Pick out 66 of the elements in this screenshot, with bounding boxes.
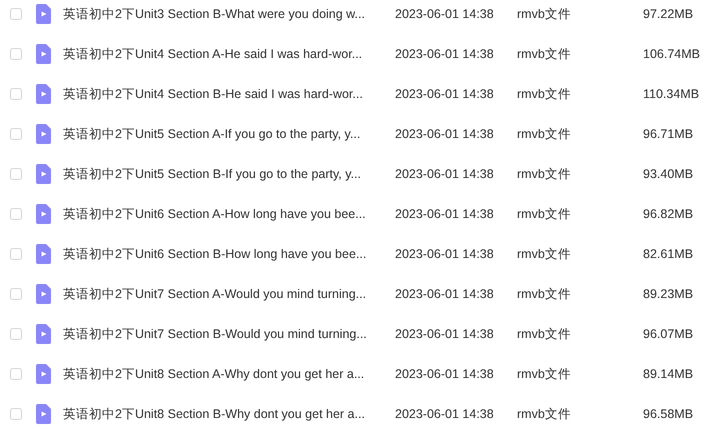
file-name[interactable]: 英语初中2下Unit4 Section A-He said I was hard-wor... [63, 46, 381, 62]
video-file-icon [36, 324, 51, 344]
checkbox[interactable] [10, 128, 22, 140]
modified-date: 2023-06-01 14:38 [395, 247, 495, 261]
file-size: 96.58MB [643, 407, 694, 421]
checkbox[interactable] [10, 328, 22, 340]
file-size: 89.23MB [643, 287, 694, 301]
file-size: 93.40MB [643, 167, 694, 181]
file-size: 97.22MB [643, 7, 694, 21]
video-file-icon [36, 84, 51, 104]
file-size: 89.14MB [643, 367, 694, 381]
video-file-icon [36, 124, 51, 144]
file-type: rmvb文件 [517, 366, 572, 382]
file-type: rmvb文件 [517, 326, 572, 342]
file-type: rmvb文件 [517, 86, 572, 102]
video-file-icon [36, 4, 51, 24]
file-name[interactable]: 英语初中2下Unit8 Section B-Why dont you get her a... [63, 406, 381, 422]
checkbox[interactable] [10, 408, 22, 420]
checkbox[interactable] [10, 208, 22, 220]
video-file-icon [36, 204, 51, 224]
file-type: rmvb文件 [517, 206, 572, 222]
checkbox[interactable] [10, 368, 22, 380]
checkbox[interactable] [10, 168, 22, 180]
file-name[interactable]: 英语初中2下Unit6 Section B-How long have you bee... [63, 246, 381, 262]
video-file-icon [36, 404, 51, 424]
modified-date: 2023-06-01 14:38 [395, 367, 495, 381]
checkbox[interactable] [10, 8, 22, 20]
video-file-icon [36, 364, 51, 384]
file-type: rmvb文件 [517, 286, 572, 302]
modified-date: 2023-06-01 14:38 [395, 7, 495, 21]
checkbox[interactable] [10, 88, 22, 100]
file-name[interactable]: 英语初中2下Unit3 Section B-What were you doing w... [63, 6, 381, 22]
file-size: 96.82MB [643, 207, 694, 221]
video-file-icon [36, 44, 51, 64]
modified-date: 2023-06-01 14:38 [395, 87, 495, 101]
file-type: rmvb文件 [517, 406, 572, 422]
checkbox[interactable] [10, 48, 22, 60]
file-type: rmvb文件 [517, 6, 572, 22]
file-size: 106.74MB [643, 47, 700, 61]
file-type: rmvb文件 [517, 166, 572, 182]
file-name[interactable]: 英语初中2下Unit5 Section B-If you go to the party, y... [63, 166, 381, 182]
file-name[interactable]: 英语初中2下Unit7 Section B-Would you mind turning... [63, 326, 381, 342]
video-file-icon [36, 164, 51, 184]
file-size: 96.71MB [643, 127, 694, 141]
modified-date: 2023-06-01 14:38 [395, 407, 495, 421]
file-type: rmvb文件 [517, 246, 572, 262]
checkbox[interactable] [10, 248, 22, 260]
modified-date: 2023-06-01 14:38 [395, 327, 495, 341]
file-size: 82.61MB [643, 247, 694, 261]
file-type: rmvb文件 [517, 46, 572, 62]
file-name[interactable]: 英语初中2下Unit8 Section A-Why dont you get her a... [63, 366, 381, 382]
file-type: rmvb文件 [517, 126, 572, 142]
modified-date: 2023-06-01 14:38 [395, 127, 495, 141]
file-name[interactable]: 英语初中2下Unit5 Section A-If you go to the party, y... [63, 126, 381, 142]
file-size: 110.34MB [643, 87, 700, 101]
video-file-icon [36, 244, 51, 264]
modified-date: 2023-06-01 14:38 [395, 207, 495, 221]
file-size: 96.07MB [643, 327, 694, 341]
video-file-icon [36, 284, 51, 304]
file-name[interactable]: 英语初中2下Unit6 Section A-How long have you bee... [63, 206, 381, 222]
modified-date: 2023-06-01 14:38 [395, 47, 495, 61]
file-name[interactable]: 英语初中2下Unit7 Section A-Would you mind turning... [63, 286, 381, 302]
file-name[interactable]: 英语初中2下Unit4 Section B-He said I was hard-wor... [63, 86, 381, 102]
modified-date: 2023-06-01 14:38 [395, 167, 495, 181]
checkbox[interactable] [10, 288, 22, 300]
modified-date: 2023-06-01 14:38 [395, 287, 495, 301]
